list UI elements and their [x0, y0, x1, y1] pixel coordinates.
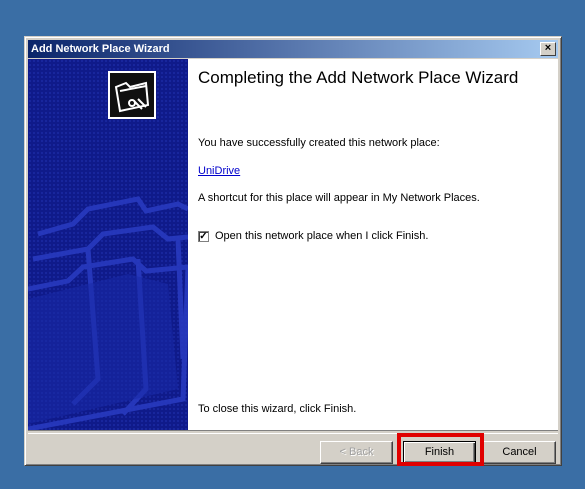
finish-button[interactable]: Finish	[403, 441, 476, 464]
wizard-main-panel: Completing the Add Network Place Wizard …	[198, 59, 558, 430]
title-bar: Add Network Place Wizard ×	[28, 40, 558, 58]
back-button[interactable]: < Back	[320, 441, 393, 464]
wizard-dialog: Add Network Place Wizard × Completing th…	[24, 36, 562, 466]
network-folder-icon	[108, 71, 156, 119]
cancel-button[interactable]: Cancel	[483, 441, 556, 464]
checkmark-icon: ✓	[199, 231, 208, 242]
wizard-content: Completing the Add Network Place Wizard …	[28, 59, 558, 430]
wizard-heading: Completing the Add Network Place Wizard	[198, 68, 519, 87]
wizard-side-panel	[28, 59, 188, 430]
window-title: Add Network Place Wizard	[31, 43, 170, 55]
close-instruction-text: To close this wizard, click Finish.	[198, 403, 357, 415]
button-divider	[28, 430, 558, 434]
shortcut-text: A shortcut for this place will appear in…	[198, 192, 480, 204]
close-icon: ×	[544, 42, 552, 54]
close-button[interactable]: ×	[540, 42, 556, 56]
desktop-background: Add Network Place Wizard × Completing th…	[0, 0, 585, 489]
open-place-label[interactable]: Open this network place when I click Fin…	[215, 230, 428, 242]
success-text: You have successfully created this netwo…	[198, 137, 440, 149]
open-place-checkbox[interactable]: ✓	[198, 231, 209, 242]
network-place-name: UniDrive	[198, 165, 241, 177]
